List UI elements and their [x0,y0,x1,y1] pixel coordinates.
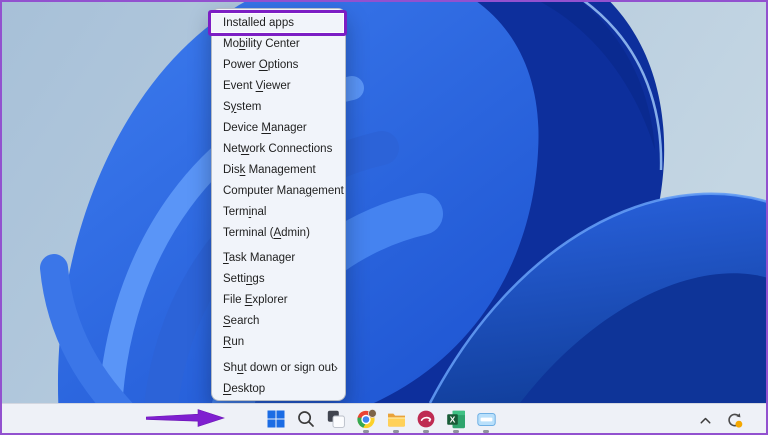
running-indicator [483,430,489,433]
menu-item-label: Installed apps [223,17,294,29]
menu-item-label: File Explorer [223,294,288,306]
menu-item-network-connections[interactable]: Network Connections [212,138,345,159]
menu-item-label: Device Manager [223,122,307,134]
running-indicator [453,430,459,433]
menu-item-label: Terminal (Admin) [223,227,310,239]
media-app-icon[interactable] [412,405,440,433]
menu-item-label: Run [223,336,244,348]
running-indicator [363,430,369,433]
desktop-screen: Installed apps Mobility Center Power Optio… [0,0,768,435]
system-tray [695,406,744,434]
menu-item-label: Settings [223,273,265,285]
menu-item-terminal[interactable]: Terminal [212,201,345,222]
chrome-icon[interactable] [352,405,380,433]
menu-item-label: Shut down or sign out [223,362,334,374]
menu-item-label: Search [223,315,259,327]
menu-item-label: Task Manager [223,252,295,264]
task-view-icon[interactable] [322,405,350,433]
menu-item-disk-management[interactable]: Disk Management [212,159,345,180]
menu-item-shut-down-or-sign-out[interactable]: Shut down or sign out› [212,357,345,378]
running-indicator [393,430,399,433]
file-explorer-icon[interactable] [382,405,410,433]
menu-item-task-manager[interactable]: Task Manager [212,248,345,269]
menu-item-label: System [223,101,261,113]
menu-item-event-viewer[interactable]: Event Viewer [212,75,345,96]
taskbar: X [0,403,768,435]
excel-icon[interactable]: X [442,405,470,433]
menu-item-installed-apps[interactable]: Installed apps [212,12,345,33]
menu-item-label: Disk Management [223,164,316,176]
menu-item-label: Desktop [223,383,265,395]
desktop-wallpaper [0,0,768,403]
menu-item-computer-management[interactable]: Computer Management [212,180,345,201]
menu-item-label: Power Options [223,59,298,71]
menu-item-search[interactable]: Search [212,311,345,332]
start-button[interactable] [262,405,290,433]
menu-item-label: Computer Management [223,185,344,197]
sync-icon[interactable] [724,409,744,431]
taskbar-icons: X [262,405,500,433]
menu-item-label: Mobility Center [223,38,300,50]
running-indicator [423,430,429,433]
menu-item-label: Network Connections [223,143,332,155]
menu-item-label: Event Viewer [223,80,291,92]
menu-item-label: Terminal [223,206,266,218]
menu-item-settings[interactable]: Settings [212,269,345,290]
menu-item-power-options[interactable]: Power Options [212,54,345,75]
menu-item-device-manager[interactable]: Device Manager [212,117,345,138]
svg-text:X: X [449,414,455,424]
menu-item-file-explorer[interactable]: File Explorer [212,290,345,311]
screen-app-icon[interactable] [472,405,500,433]
menu-item-terminal-admin[interactable]: Terminal (Admin) [212,222,345,243]
submenu-chevron-icon: › [334,360,338,373]
menu-item-mobility-center[interactable]: Mobility Center [212,33,345,54]
menu-item-desktop[interactable]: Desktop [212,378,345,399]
winx-menu: Installed apps Mobility Center Power Optio… [211,8,346,401]
chevron-up-icon[interactable] [695,409,715,431]
menu-item-system[interactable]: System [212,96,345,117]
menu-item-run[interactable]: Run [212,332,345,353]
search-icon[interactable] [292,405,320,433]
